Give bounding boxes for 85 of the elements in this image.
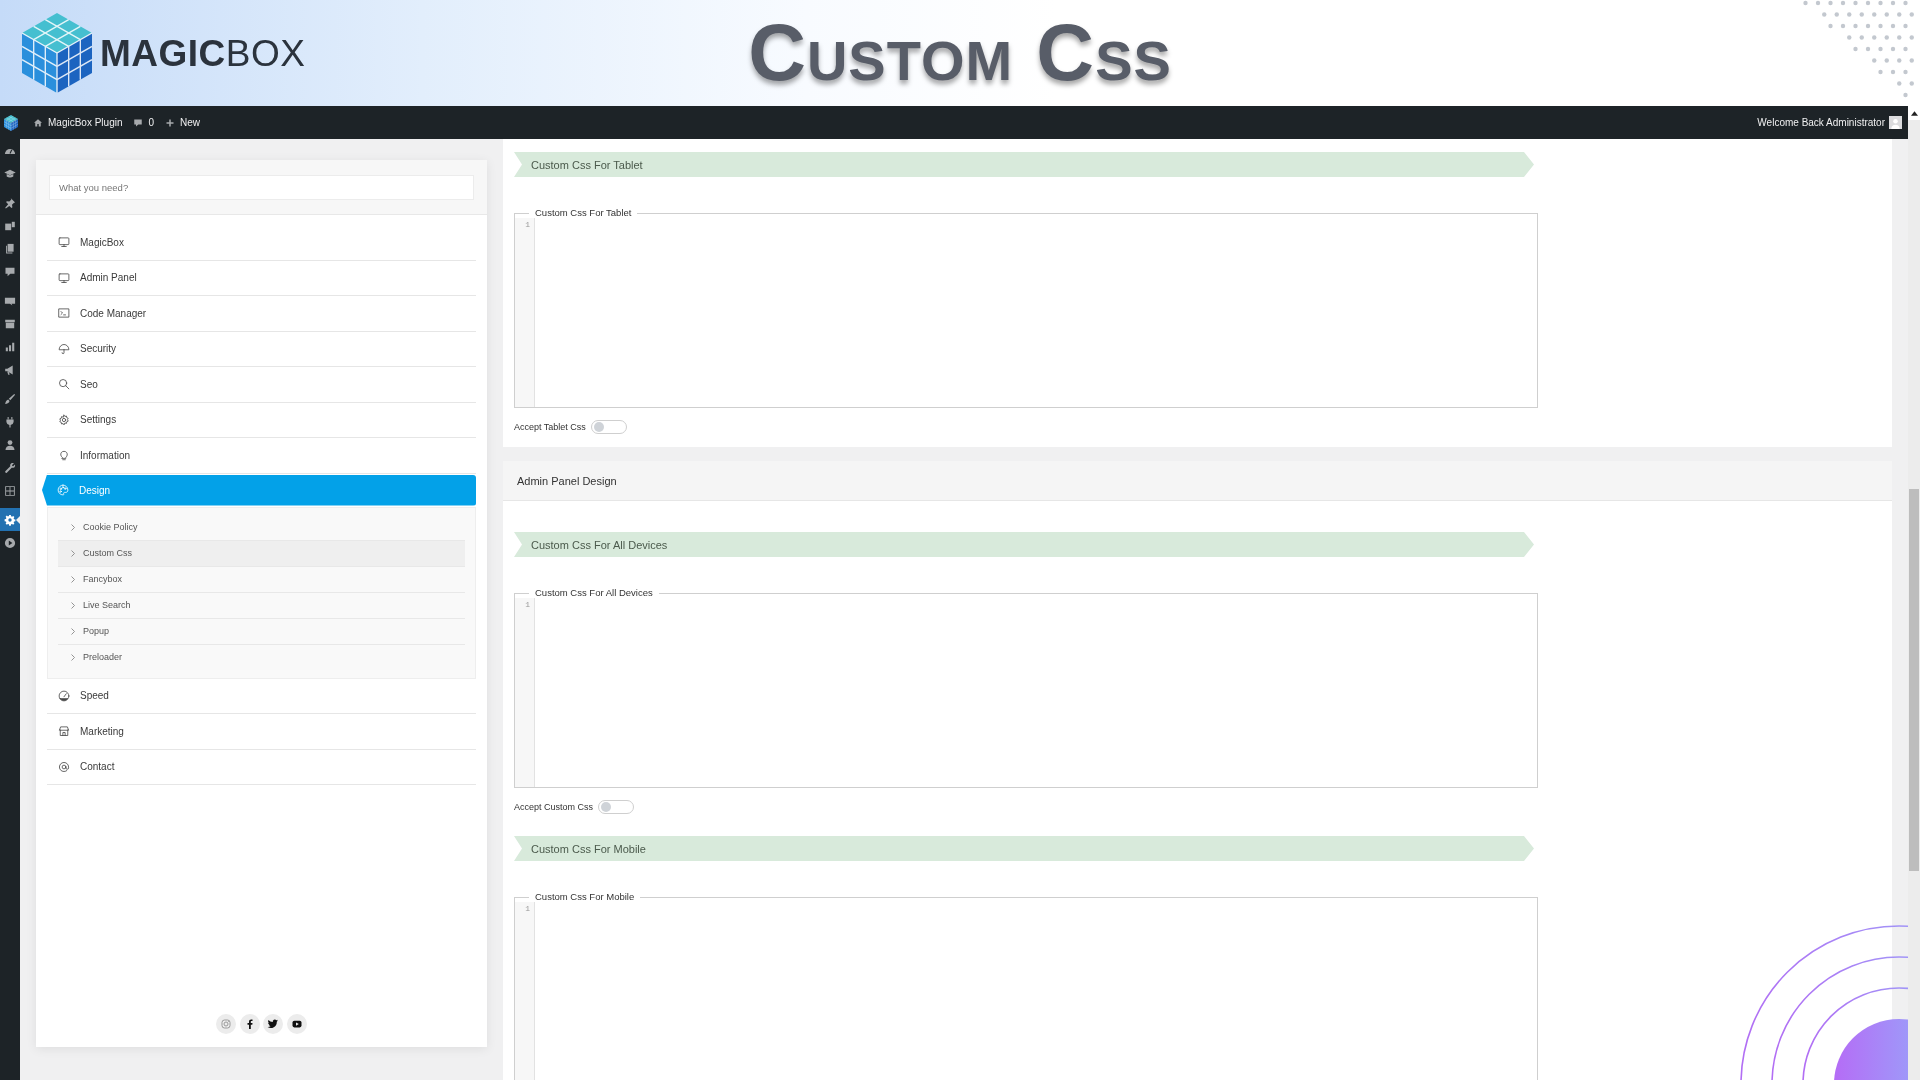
editor-label: Custom Css For Mobile — [534, 892, 636, 902]
code-editor[interactable]: Custom Css For All Devices 1 — [514, 588, 1538, 788]
media-icon — [4, 219, 16, 232]
new-content-link[interactable]: New — [165, 117, 201, 128]
menu-item[interactable]: Security — [47, 331, 476, 367]
bar-chart-icon — [4, 340, 16, 353]
menu-item[interactable]: Settings — [47, 402, 476, 438]
line-number: 1 — [525, 220, 530, 230]
speech-bubble-icon — [133, 117, 144, 128]
archive-icon — [4, 317, 16, 330]
code-editor[interactable]: Custom Css For Tablet 1 — [514, 208, 1538, 408]
menu-item[interactable]: Marketing — [47, 714, 476, 750]
menu-item[interactable]: Admin Panel — [47, 260, 476, 296]
avatar-icon — [1889, 116, 1902, 129]
at-sign-icon — [58, 760, 70, 773]
home-icon — [33, 117, 43, 128]
chevron-right-icon — [71, 549, 75, 557]
search-icon — [58, 378, 70, 391]
plus-icon — [165, 117, 176, 128]
speech-bubble-icon — [4, 265, 16, 278]
cube-icon[interactable] — [4, 114, 18, 131]
menu-item[interactable]: Speed — [47, 678, 476, 714]
settings-icon — [4, 513, 16, 526]
submenu-item[interactable]: Preloader — [58, 643, 465, 670]
monitor-icon — [58, 236, 70, 249]
youtube-icon[interactable] — [286, 1014, 307, 1034]
chevron-right-icon — [71, 523, 75, 531]
paintbrush-icon — [4, 392, 16, 405]
code-editor[interactable]: Custom Css For Mobile 1 — [514, 892, 1538, 1080]
site-name-link[interactable]: MagicBox Plugin — [33, 117, 123, 128]
speedometer-icon — [58, 689, 70, 702]
up-triangle-icon — [1910, 110, 1918, 116]
editor-label: Custom Css For All Devices — [534, 588, 654, 598]
chevron-right-icon — [71, 627, 75, 635]
submenu-item[interactable]: Live Search — [58, 591, 465, 618]
twitter-icon[interactable] — [263, 1014, 284, 1034]
page-icon — [4, 242, 16, 255]
umbrella-icon — [58, 342, 70, 355]
logo-wordmark: MAGICBOX — [100, 34, 306, 72]
storefront-icon — [58, 725, 70, 738]
toggle-switch[interactable] — [598, 800, 635, 814]
play-icon — [4, 536, 16, 549]
menu-item[interactable]: Seo — [47, 367, 476, 403]
graduation-cap-icon — [4, 167, 16, 180]
menu-item[interactable]: Code Manager — [47, 296, 476, 332]
terminal-icon — [58, 307, 70, 320]
submenu-item[interactable]: Cookie Policy — [58, 514, 465, 540]
search-field[interactable]: What you need? — [49, 175, 474, 200]
chevron-right-icon — [71, 601, 75, 609]
facebook-icon[interactable] — [239, 1014, 260, 1034]
chevron-right-icon — [71, 575, 75, 583]
line-number: 1 — [525, 904, 530, 914]
page-title: Custom Css — [748, 13, 1172, 93]
account-link[interactable]: Welcome Back Administrator — [1757, 116, 1902, 129]
lightbulb-icon — [58, 449, 70, 462]
line-number: 1 — [525, 600, 530, 610]
cube-logo-icon — [22, 13, 92, 93]
grid-icon — [4, 484, 16, 497]
pushpin-icon — [4, 196, 16, 209]
section-heading: Custom Css For All Devices — [514, 532, 1534, 557]
menu-item[interactable]: Contact — [47, 749, 476, 785]
gear-icon — [58, 413, 70, 426]
toggle-label: Accept Custom Css — [514, 802, 594, 812]
plug-icon — [4, 415, 16, 428]
toggle-switch[interactable] — [590, 420, 627, 434]
scroll-up-button[interactable] — [1908, 106, 1920, 120]
submenu-item[interactable]: Popup — [58, 617, 465, 644]
toggle-label: Accept Tablet Css — [514, 422, 586, 432]
palette-icon — [57, 484, 69, 496]
section-heading: Custom Css For Tablet — [514, 152, 1534, 177]
submenu-item[interactable]: Fancybox — [58, 565, 465, 592]
admin-menu-item[interactable] — [0, 508, 20, 531]
user-icon — [4, 438, 16, 451]
panel-header: Admin Panel Design — [503, 461, 1892, 501]
wrench-icon — [4, 461, 16, 474]
chevron-right-icon — [71, 653, 75, 661]
comments-link[interactable]: 0 — [133, 117, 155, 128]
menu-item[interactable]: MagicBox — [47, 225, 476, 261]
section-heading: Custom Css For Mobile — [514, 836, 1534, 861]
megaphone-icon — [4, 363, 16, 376]
menu-item[interactable]: Information — [47, 438, 476, 474]
monitor-icon — [58, 271, 70, 284]
scrollbar-thumb[interactable] — [1909, 489, 1919, 871]
editor-label: Custom Css For Tablet — [534, 208, 633, 218]
submenu-item[interactable]: Custom Css — [58, 539, 465, 566]
